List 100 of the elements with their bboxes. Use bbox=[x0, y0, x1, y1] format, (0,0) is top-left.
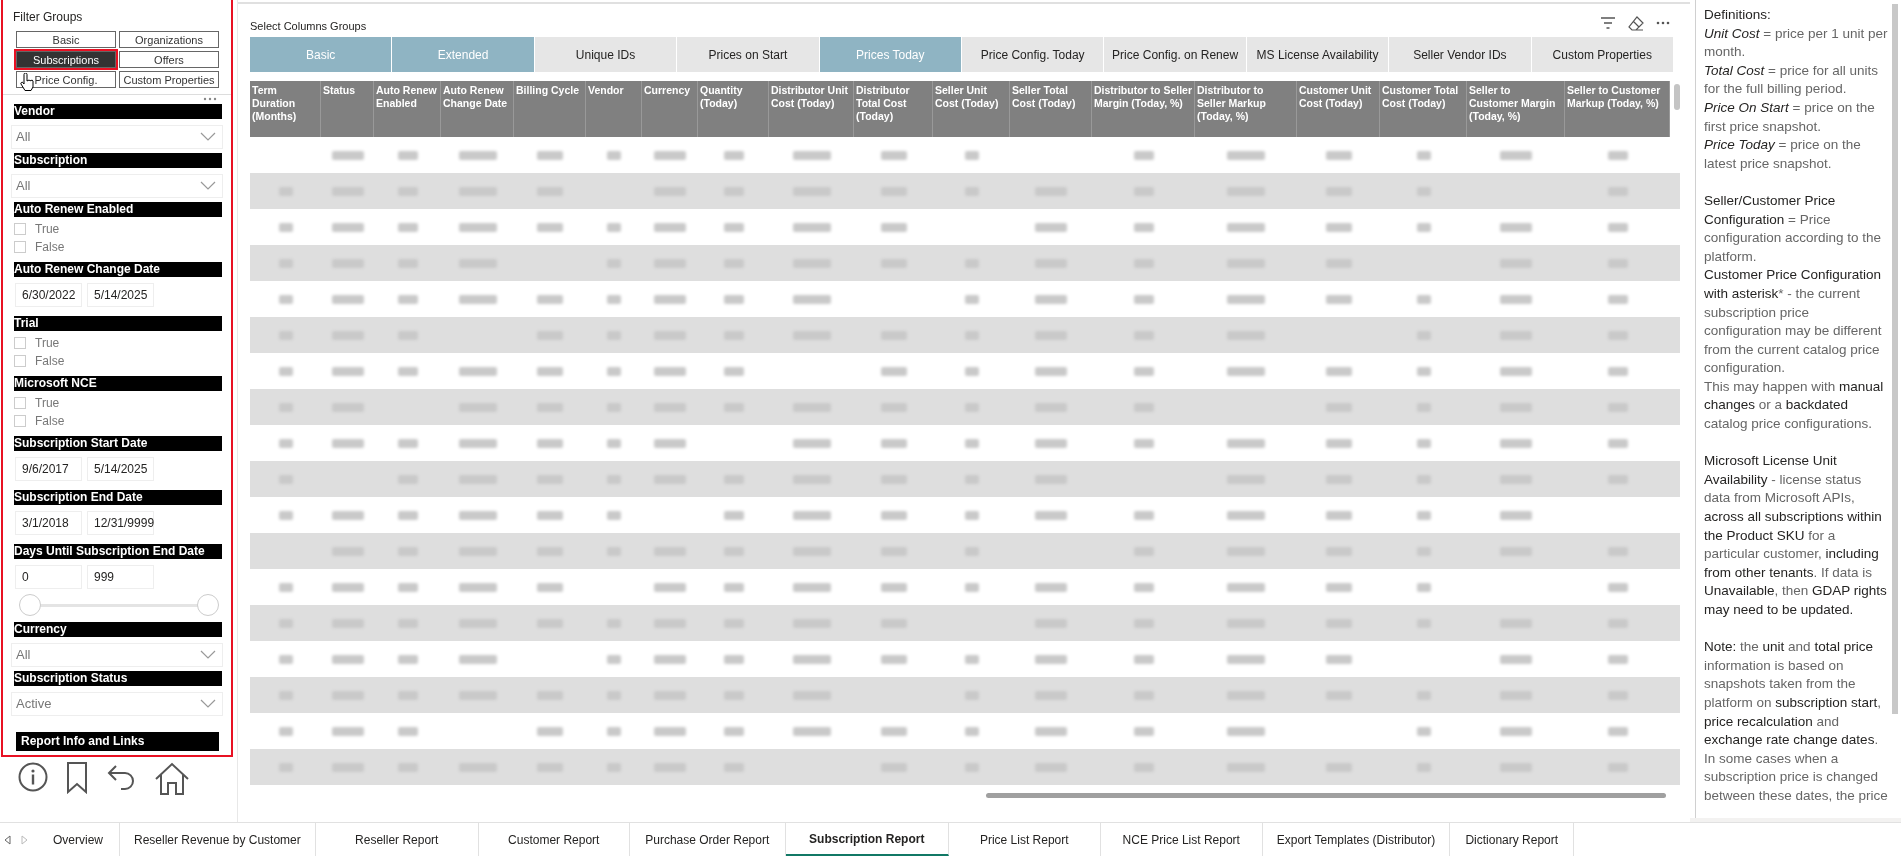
dropdown[interactable]: All bbox=[11, 174, 223, 198]
dropdown[interactable]: All bbox=[11, 125, 223, 149]
blurred-value bbox=[1227, 654, 1265, 664]
blurred-value bbox=[1035, 726, 1067, 736]
date-field[interactable]: 3/1/2018 bbox=[15, 511, 82, 535]
checkbox[interactable] bbox=[14, 241, 26, 253]
slider-handle[interactable] bbox=[19, 594, 41, 616]
blurred-value bbox=[1325, 150, 1352, 160]
previous-icon[interactable] bbox=[4, 834, 11, 845]
home-icon[interactable] bbox=[154, 762, 190, 796]
info-icon[interactable] bbox=[18, 762, 48, 792]
column-group-button[interactable]: Prices on Start bbox=[677, 37, 820, 72]
blurred-value bbox=[1607, 222, 1628, 232]
column-header[interactable]: Customer Total Cost (Today) bbox=[1380, 81, 1467, 137]
column-header[interactable]: Vendor bbox=[586, 81, 642, 137]
checkbox[interactable] bbox=[14, 337, 26, 349]
dropdown[interactable]: Active bbox=[11, 692, 223, 716]
blurred-value bbox=[397, 150, 418, 160]
date-field[interactable]: 5/14/2025 bbox=[87, 457, 154, 481]
blurred-value bbox=[792, 438, 831, 448]
column-header[interactable]: Customer Unit Cost (Today) bbox=[1297, 81, 1380, 137]
more-options-icon[interactable] bbox=[203, 97, 217, 101]
column-header[interactable]: Term Duration (Months) bbox=[250, 81, 321, 137]
column-group-button[interactable]: Price Config. Today bbox=[962, 37, 1105, 72]
blurred-value bbox=[723, 366, 744, 376]
definition-text: Price Today = price on the latest price snapshot. bbox=[1704, 136, 1862, 173]
blurred-value bbox=[1416, 294, 1431, 304]
column-group-button[interactable]: Seller Vendor IDs bbox=[1389, 37, 1532, 72]
scroll-thumb[interactable] bbox=[1892, 4, 1898, 714]
blurred-value bbox=[880, 222, 907, 232]
column-header[interactable]: Quantity (Today) bbox=[698, 81, 769, 137]
page-tab[interactable]: Subscription Report bbox=[785, 823, 949, 856]
blurred-value bbox=[278, 582, 293, 592]
blurred-value bbox=[1500, 366, 1532, 376]
filter-icon[interactable] bbox=[1600, 15, 1616, 31]
checkbox[interactable] bbox=[14, 223, 26, 235]
column-header[interactable]: Seller Total Cost (Today) bbox=[1010, 81, 1092, 137]
filter-group-button[interactable]: Custom Properties bbox=[119, 71, 219, 88]
blurred-value bbox=[331, 582, 364, 592]
column-header[interactable]: Distributor Unit Cost (Today) bbox=[769, 81, 854, 137]
column-group-button[interactable]: Unique IDs bbox=[534, 37, 678, 72]
bookmark-icon[interactable] bbox=[66, 762, 88, 794]
dropdown[interactable]: All bbox=[11, 643, 223, 667]
blurred-value bbox=[1133, 150, 1154, 160]
filter-group-button[interactable]: Basic bbox=[16, 31, 116, 48]
checkbox[interactable] bbox=[14, 355, 26, 367]
blurred-value bbox=[880, 366, 907, 376]
column-group-button[interactable]: MS License Availability bbox=[1246, 37, 1390, 72]
blurred-value bbox=[607, 366, 621, 376]
next-icon[interactable] bbox=[21, 834, 28, 845]
column-group-button[interactable]: Custom Properties bbox=[1531, 37, 1674, 72]
checkbox[interactable] bbox=[14, 415, 26, 427]
column-header[interactable]: Auto Renew Change Date bbox=[441, 81, 514, 137]
blurred-value bbox=[1133, 582, 1154, 592]
slider-handle[interactable] bbox=[197, 594, 219, 616]
column-header[interactable]: Seller to Customer Markup (Today, %) bbox=[1565, 81, 1670, 137]
number-field[interactable]: 0 bbox=[15, 565, 82, 589]
column-header[interactable]: Seller Unit Cost (Today) bbox=[933, 81, 1010, 137]
blurred-value bbox=[1607, 150, 1628, 160]
date-field[interactable]: 9/6/2017 bbox=[15, 457, 82, 481]
number-field[interactable]: 999 bbox=[87, 565, 154, 589]
column-group-button[interactable]: Price Config. on Renew bbox=[1104, 37, 1247, 72]
column-header[interactable]: Distributor Total Cost (Today) bbox=[854, 81, 933, 137]
filter-header: Trial bbox=[14, 316, 222, 331]
column-header[interactable]: Billing Cycle bbox=[514, 81, 586, 137]
blurred-value bbox=[880, 726, 907, 736]
column-header[interactable]: Distributor to Seller Margin (Today, %) bbox=[1092, 81, 1195, 137]
column-header[interactable]: Status bbox=[321, 81, 374, 137]
blurred-value bbox=[1416, 150, 1431, 160]
date-field[interactable]: 5/14/2025 bbox=[87, 283, 154, 307]
date-field[interactable]: 12/31/9999 bbox=[87, 511, 154, 535]
blurred-value bbox=[1227, 150, 1265, 160]
blurred-value bbox=[607, 654, 621, 664]
scroll-thumb[interactable] bbox=[1674, 84, 1680, 110]
filter-group-button[interactable]: Price Config. bbox=[16, 71, 116, 88]
column-header[interactable]: Distributor to Seller Markup (Today, %) bbox=[1195, 81, 1297, 137]
chevron-down-icon bbox=[200, 650, 216, 660]
column-header[interactable]: Currency bbox=[642, 81, 698, 137]
blurred-value bbox=[537, 294, 563, 304]
blurred-value bbox=[880, 438, 907, 448]
column-header[interactable]: Seller to Customer Margin (Today, %) bbox=[1467, 81, 1565, 137]
date-field[interactable]: 6/30/2022 bbox=[15, 283, 82, 307]
blurred-value bbox=[1133, 366, 1154, 376]
blurred-value bbox=[331, 294, 364, 304]
filter-group-button[interactable]: Offers bbox=[119, 51, 219, 68]
blurred-value bbox=[458, 150, 497, 160]
blurred-value bbox=[880, 150, 907, 160]
filter-group-button[interactable]: Subscriptions bbox=[16, 51, 116, 68]
blurred-value bbox=[537, 582, 563, 592]
scroll-thumb[interactable] bbox=[986, 793, 1666, 798]
eraser-icon[interactable] bbox=[1628, 15, 1644, 31]
checkbox[interactable] bbox=[14, 397, 26, 409]
definition-text: Customer Price Configuration with asterisk* - the current subscription price configuration may be different from the current catalog price configuration. bbox=[1704, 266, 1883, 378]
column-header[interactable]: Auto Renew Enabled bbox=[374, 81, 441, 137]
undo-icon[interactable] bbox=[106, 762, 136, 792]
blurred-value bbox=[1325, 582, 1352, 592]
report-info-button[interactable]: Report Info and Links bbox=[16, 732, 219, 751]
filter-header: Days Until Subscription End Date bbox=[14, 544, 222, 559]
blurred-value bbox=[723, 222, 744, 232]
filter-group-button[interactable]: Organizations bbox=[119, 31, 219, 48]
